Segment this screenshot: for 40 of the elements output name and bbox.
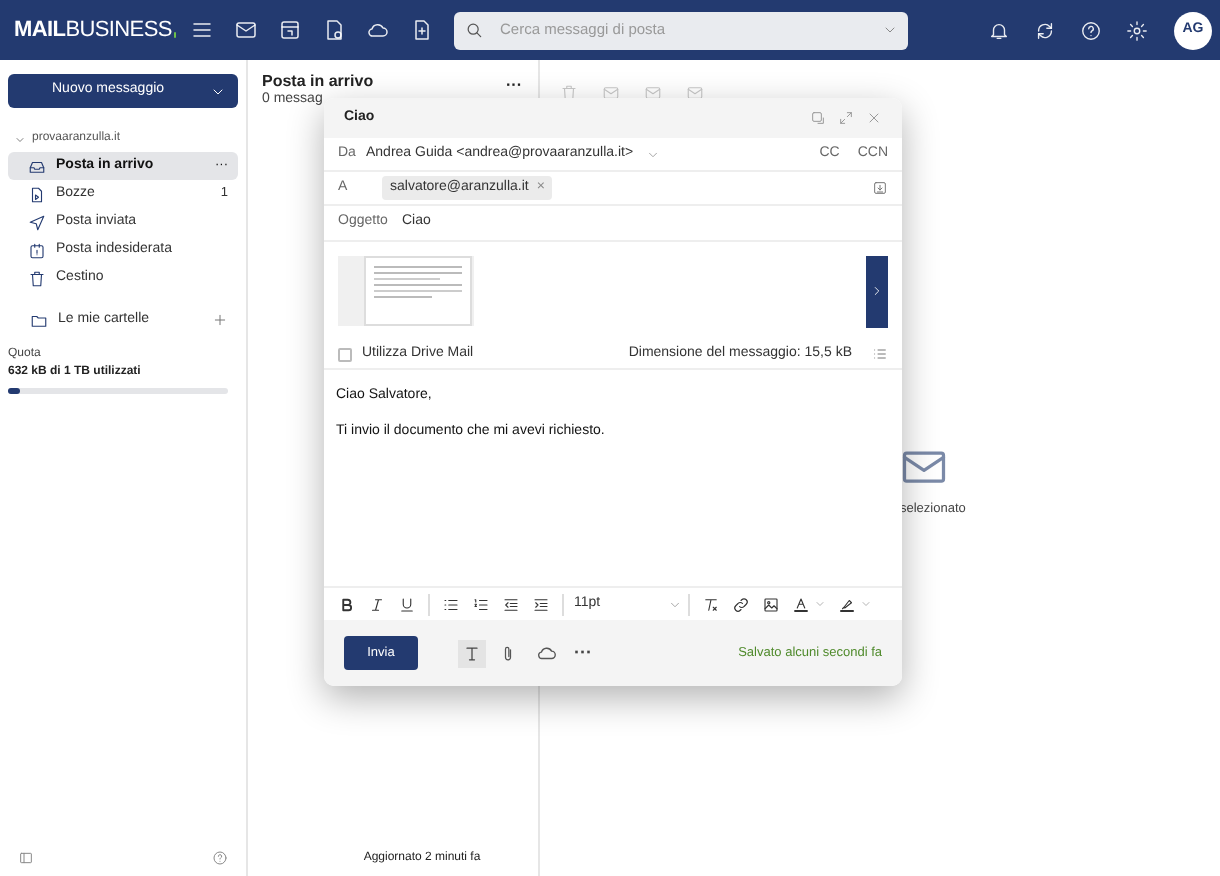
highlighter-icon[interactable]: [838, 595, 856, 613]
more-options-button[interactable]: ···: [506, 76, 522, 94]
settings-icon[interactable]: [1126, 19, 1148, 41]
sync-icon[interactable]: [1034, 19, 1056, 41]
paper-plane-icon: [28, 213, 46, 231]
image-icon[interactable]: [762, 595, 780, 613]
calendar-icon[interactable]: [278, 18, 302, 42]
link-icon[interactable]: [732, 595, 750, 613]
text-format-icon[interactable]: [462, 643, 482, 663]
chevron-down-icon: [668, 597, 682, 611]
inbox-icon: [28, 157, 46, 175]
italic-icon[interactable]: [368, 595, 386, 613]
underline-icon[interactable]: [398, 595, 416, 613]
sidebar-toggle-icon[interactable]: [18, 850, 34, 866]
more-options-button[interactable]: ···: [574, 644, 592, 662]
bell-icon[interactable]: [988, 19, 1010, 41]
search-icon: [464, 20, 484, 40]
expand-icon[interactable]: [838, 110, 854, 126]
drive-mail-checkbox[interactable]: [338, 347, 352, 361]
chevron-right-icon: [870, 284, 884, 298]
chevron-down-icon[interactable]: [882, 22, 898, 38]
bulleted-list-icon[interactable]: [442, 595, 460, 613]
document-icon: [28, 185, 46, 203]
folder-icon: [30, 311, 48, 329]
clear-format-icon[interactable]: [702, 595, 720, 613]
logo[interactable]: MAILBUSINESS: [14, 13, 174, 47]
contact-file-icon[interactable]: [322, 18, 346, 42]
indent-icon[interactable]: [532, 595, 550, 613]
document-icon[interactable]: [410, 18, 434, 42]
outdent-icon[interactable]: [502, 595, 520, 613]
bold-icon[interactable]: [338, 595, 356, 613]
close-icon[interactable]: [866, 110, 882, 126]
menu-icon[interactable]: [190, 18, 214, 42]
folder-title: Posta in arrivo: [262, 72, 374, 90]
numbered-list-icon[interactable]: [472, 595, 490, 613]
font-color-icon[interactable]: [792, 595, 810, 613]
envelope-icon[interactable]: [234, 18, 258, 42]
cloud-icon[interactable]: [536, 642, 558, 664]
trash-icon: [28, 269, 46, 287]
cloud-icon[interactable]: [366, 18, 390, 42]
